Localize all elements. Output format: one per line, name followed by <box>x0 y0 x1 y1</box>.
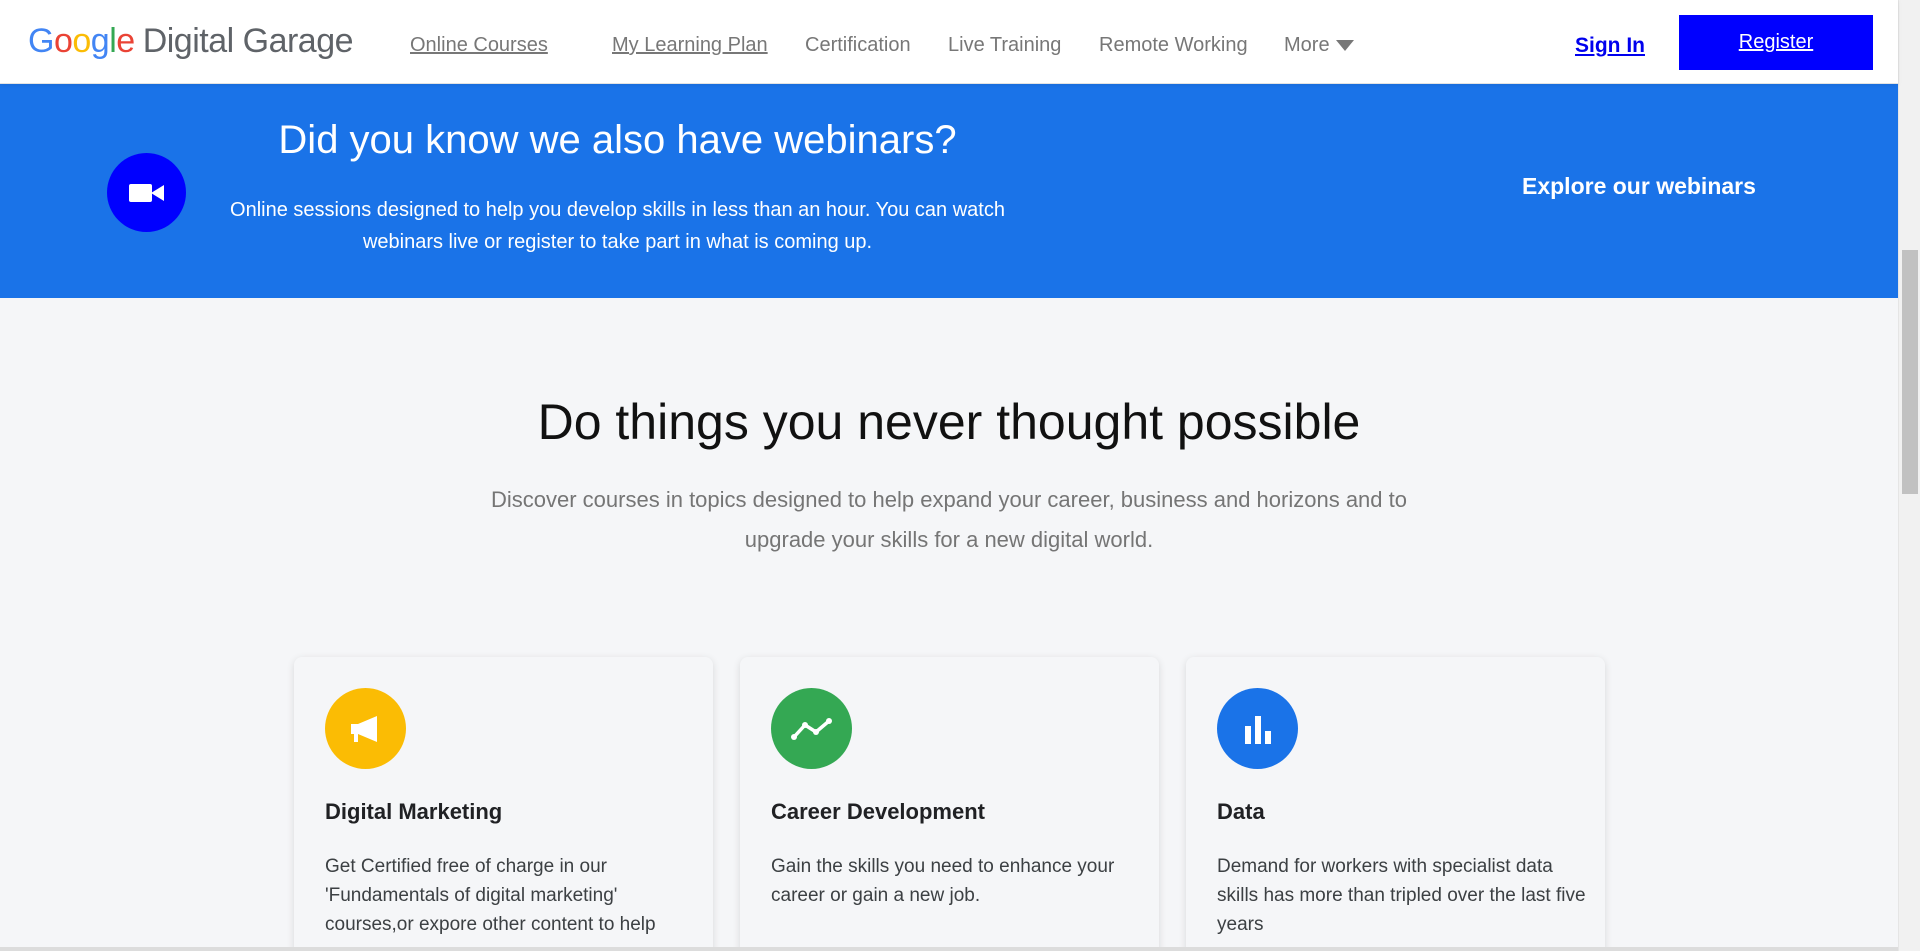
webinar-description: Online sessions designed to help you dev… <box>230 199 1005 253</box>
register-button[interactable]: Register <box>1679 15 1873 70</box>
scrollbar-thumb[interactable] <box>1902 250 1918 494</box>
nav-live-training[interactable]: Live Training <box>948 34 1061 57</box>
nav-more[interactable]: More <box>1284 34 1354 57</box>
nav-more-label: More <box>1284 34 1330 56</box>
nav-certification[interactable]: Certification <box>805 34 911 57</box>
webinar-banner: Did you know we also have webinars? Onli… <box>0 84 1898 298</box>
section-title: Do things you never thought possible <box>537 394 1361 450</box>
horizontal-scroll-track <box>0 947 1898 951</box>
site-header: Google Digital Garage Online Courses My … <box>0 0 1898 84</box>
google-digital-garage-logo[interactable]: Google Digital Garage <box>28 22 354 61</box>
card-description: Demand for workers with specialist data … <box>1217 856 1586 935</box>
webinar-title: Did you know we also have webinars? <box>278 118 957 162</box>
caret-down-icon <box>1335 40 1354 52</box>
card-icon-circle <box>1217 688 1298 769</box>
card-icon-circle <box>771 688 852 769</box>
sign-in-link[interactable]: Sign In <box>1575 34 1645 58</box>
bar-chart-icon <box>1244 715 1271 744</box>
card-icon-circle <box>325 688 406 769</box>
trend-line-icon <box>790 717 832 740</box>
card-title: Career Development <box>771 799 985 824</box>
course-card-data[interactable]: Data Demand for workers with specialist … <box>1186 657 1605 951</box>
video-camera-icon <box>128 183 164 202</box>
nav-online-courses[interactable]: Online Courses <box>410 34 548 57</box>
course-card-digital-marketing[interactable]: Digital Marketing Get Certified free of … <box>294 657 713 951</box>
explore-webinars-link[interactable]: Explore our webinars <box>1522 173 1756 200</box>
section-subtitle: Discover courses in topics designed to h… <box>491 487 1407 552</box>
logo-brand-text: Digital Garage <box>142 22 354 60</box>
nav-my-learning-plan[interactable]: My Learning Plan <box>612 34 768 57</box>
card-title: Digital Marketing <box>325 799 503 824</box>
card-description: Get Certified free of charge in our 'Fun… <box>325 856 656 935</box>
register-label: Register <box>1738 31 1814 53</box>
nav-remote-working[interactable]: Remote Working <box>1099 34 1248 57</box>
webinar-icon-circle <box>107 153 186 232</box>
megaphone-icon <box>350 715 377 742</box>
course-card-career-development[interactable]: Career Development Gain the skills you n… <box>740 657 1159 951</box>
vertical-scrollbar[interactable] <box>1898 0 1920 951</box>
card-description: Gain the skills you need to enhance your… <box>771 856 1115 906</box>
card-title: Data <box>1217 799 1265 824</box>
